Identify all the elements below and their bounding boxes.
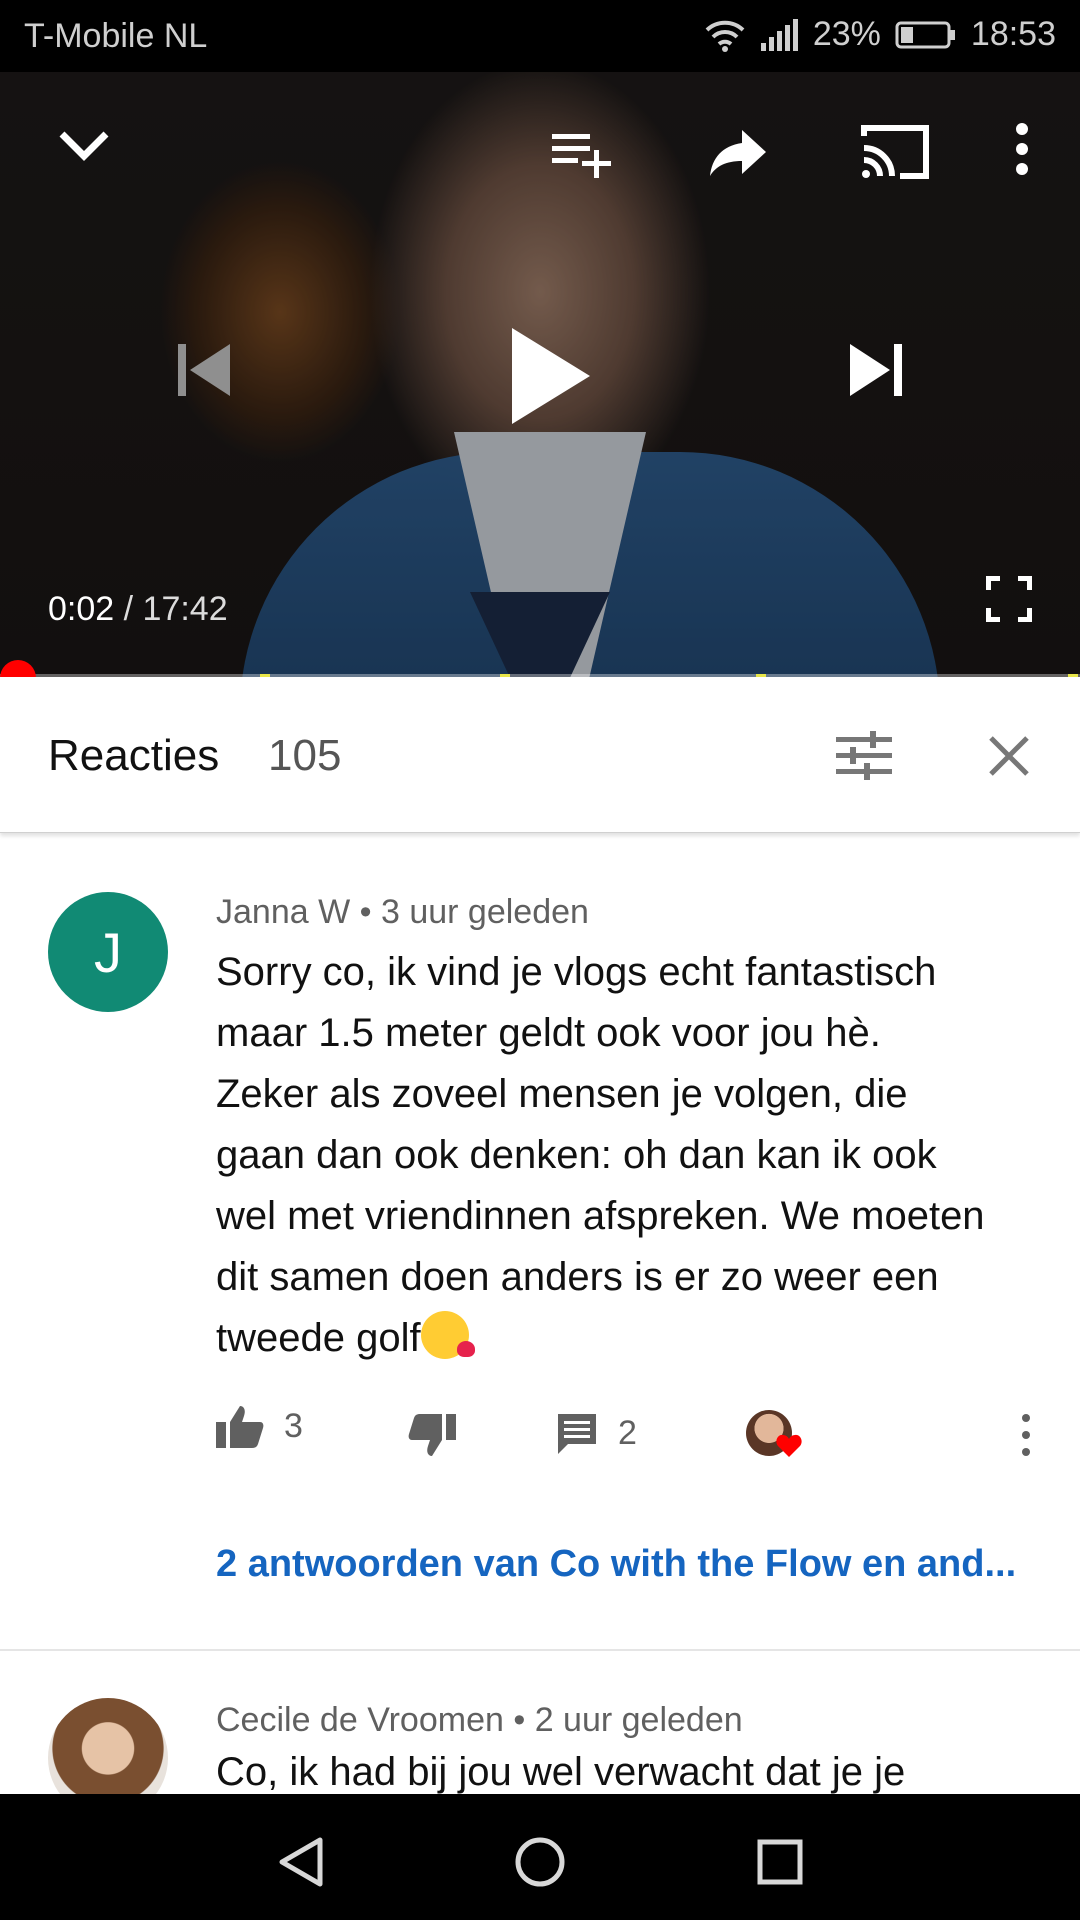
collapse-chevron-icon[interactable]	[56, 126, 112, 166]
signal-icon	[760, 18, 798, 51]
back-icon[interactable]	[276, 1836, 324, 1888]
avatar[interactable]: J	[48, 892, 168, 1012]
share-icon[interactable]	[708, 126, 768, 180]
home-icon[interactable]	[514, 1836, 566, 1888]
wifi-icon	[705, 20, 745, 52]
comments-header: Reacties 105	[0, 677, 1080, 833]
comment-line: Zeker als zoveel mensen je volgen, die	[216, 1072, 908, 1116]
comment-author[interactable]: Cecile de Vroomen	[216, 1701, 504, 1739]
comment-time: 3 uur geleden	[380, 893, 589, 931]
fullscreen-icon[interactable]	[986, 576, 1032, 622]
reply-comment-icon	[558, 1414, 596, 1454]
video-player[interactable]: 0:02 / 17:42	[0, 72, 1080, 677]
heart-icon	[776, 1434, 802, 1457]
view-replies-link[interactable]: 2 antwoorden van Co with the Flow en and…	[216, 1543, 1016, 1586]
system-nav-bar	[0, 1794, 1080, 1920]
comment-text: Co, ik had bij jou wel verwacht dat je j…	[216, 1750, 906, 1794]
reply-count: 2	[618, 1413, 637, 1452]
comment-text: Sorry co, ik vind je vlogs echt fantasti…	[216, 942, 1046, 1369]
cast-icon[interactable]	[860, 122, 930, 180]
avatar-letter: J	[94, 920, 122, 984]
comment-line-last: tweede golf	[216, 1308, 1046, 1369]
add-to-playlist-icon[interactable]	[550, 130, 614, 180]
comments-count: 105	[268, 731, 342, 780]
comment-meta: Janna W • 3 uur geleden	[216, 893, 589, 932]
comment-line: wel met vriendinnen afspreken. We moeten	[216, 1194, 985, 1238]
time-separator: /	[114, 590, 143, 628]
previous-icon[interactable]	[176, 342, 232, 398]
meta-separator: •	[503, 1701, 535, 1739]
comment-line: dit samen doen anders is er zo weer een	[216, 1255, 939, 1299]
sort-filter-icon[interactable]	[836, 729, 892, 781]
kiss-emoji	[420, 1311, 475, 1359]
more-vert-icon[interactable]	[1010, 122, 1034, 176]
comment-line: tweede golf	[216, 1316, 421, 1360]
battery-icon	[895, 21, 955, 48]
comment-line: maar 1.5 meter geldt ook voor jou hè.	[216, 1011, 881, 1055]
comment-meta: Cecile de Vroomen • 2 uur geleden	[216, 1701, 743, 1740]
reply-button[interactable]: 2	[556, 1412, 637, 1454]
comment-author[interactable]: Janna W	[216, 893, 350, 931]
recents-icon[interactable]	[756, 1838, 804, 1886]
comment-divider	[0, 1649, 1080, 1651]
comment-more-icon[interactable]	[1016, 1413, 1036, 1457]
playback-time: 0:02 / 17:42	[48, 590, 228, 629]
meta-separator: •	[350, 893, 381, 931]
dislike-button[interactable]	[408, 1414, 456, 1458]
close-icon[interactable]	[988, 735, 1030, 777]
next-icon[interactable]	[848, 342, 904, 398]
duration: 17:42	[142, 590, 228, 628]
comment-line: gaan dan ook denken: oh dan kan ik ook	[216, 1133, 937, 1177]
like-count: 3	[284, 1406, 303, 1445]
current-time: 0:02	[48, 590, 115, 628]
comment-line: Sorry co, ik vind je vlogs echt fantasti…	[216, 950, 937, 994]
battery-percent: 23%	[812, 15, 881, 53]
thumbs-up-icon	[216, 1406, 264, 1448]
thumbs-down-icon	[408, 1414, 456, 1456]
comment-time: 2 uur geleden	[534, 1701, 743, 1739]
status-bar: T-Mobile NL 23% 18:53	[0, 0, 1080, 72]
play-icon[interactable]	[508, 326, 592, 426]
like-button[interactable]: 3	[216, 1404, 303, 1448]
carrier-label: T-Mobile NL	[24, 17, 208, 55]
clock: 18:53	[970, 15, 1056, 53]
comments-title: Reacties	[48, 731, 220, 780]
